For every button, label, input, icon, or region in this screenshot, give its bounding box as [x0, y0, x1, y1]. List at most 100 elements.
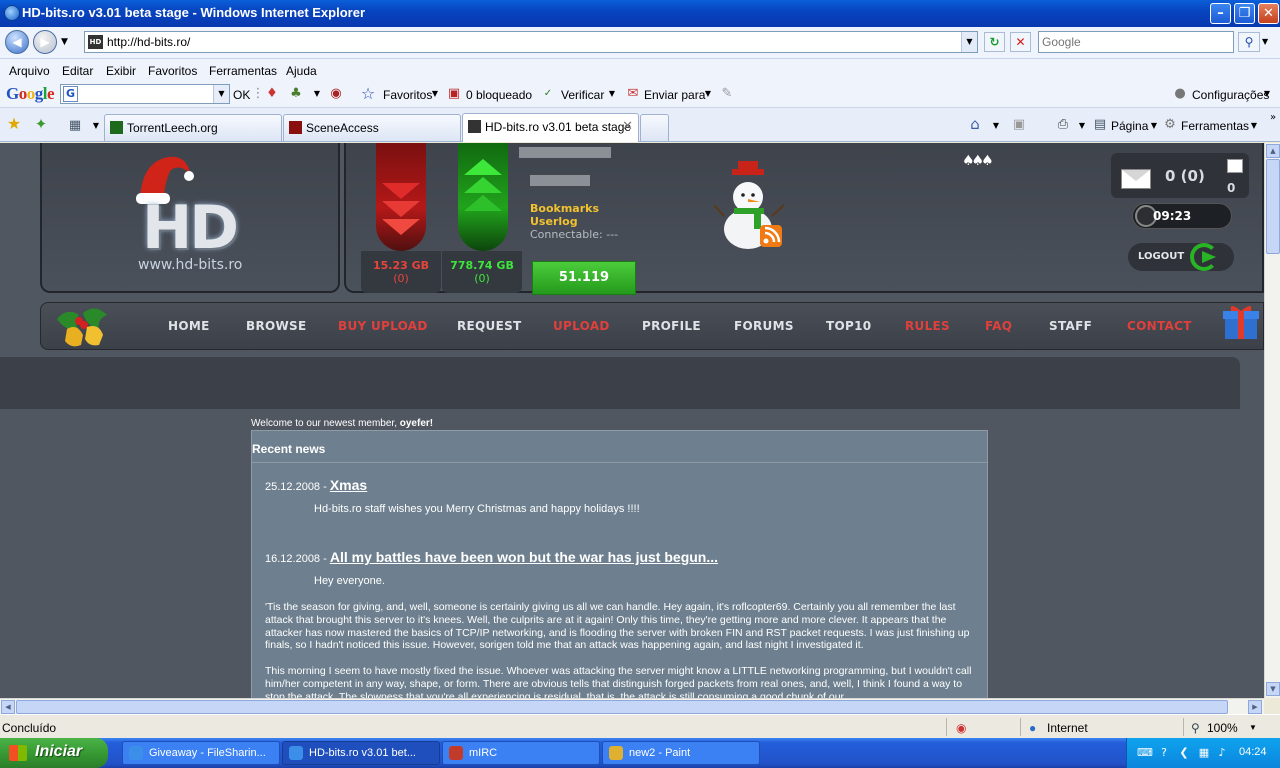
security-zone[interactable]: Internet — [1047, 721, 1088, 735]
puzzle-icon[interactable]: ♣ — [288, 86, 304, 102]
nav-contact[interactable]: CONTACT — [1127, 319, 1192, 333]
taskbar-item-paint[interactable]: new2 - Paint — [602, 741, 760, 765]
stop-icon[interactable]: ✕ — [1010, 32, 1031, 52]
address-dropdown-icon[interactable]: ▼ — [961, 32, 977, 52]
menu-favoritos[interactable]: Favoritos — [148, 64, 197, 78]
privacy-icon[interactable]: ◉ — [956, 721, 966, 735]
start-button[interactable]: Iniciar — [0, 738, 108, 768]
tools-dropdown-icon[interactable]: ▼ — [1246, 118, 1262, 134]
menu-ajuda[interactable]: Ajuda — [286, 64, 317, 78]
news-title-link[interactable]: All my battles have been won but the war… — [330, 549, 718, 565]
scroll-right-icon[interactable]: ▶ — [1248, 700, 1262, 714]
help-icon[interactable]: ? — [1157, 746, 1171, 760]
overflow-chevron-icon[interactable]: » — [1265, 110, 1280, 126]
close-window-button[interactable]: ✕ — [1258, 3, 1279, 24]
feeds-icon[interactable]: ▣ — [1011, 117, 1027, 133]
scroll-down-icon[interactable]: ▼ — [1266, 682, 1280, 696]
horizontal-scrollbar[interactable]: ◀ ▶ — [0, 698, 1264, 714]
taskbar-item-mirc[interactable]: mIRC — [442, 741, 600, 765]
google-favoritos-button[interactable]: Favoritos — [383, 88, 432, 102]
search-options-dropdown-icon[interactable]: ▼ — [1262, 37, 1268, 46]
tray-clock[interactable]: 04:24 — [1239, 746, 1267, 758]
favoritos-dropdown-icon[interactable]: ▼ — [427, 86, 443, 102]
page-dropdown-icon[interactable]: ▼ — [1146, 118, 1162, 134]
vertical-scroll-thumb[interactable] — [1266, 159, 1280, 254]
nav-profile[interactable]: PROFILE — [642, 319, 701, 333]
page-menu-button[interactable]: Página — [1111, 119, 1148, 133]
forward-button[interactable]: ▶ — [33, 30, 57, 54]
snowman-rss-icon[interactable] — [714, 161, 786, 251]
scroll-up-icon[interactable]: ▲ — [1266, 144, 1280, 158]
home-icon[interactable]: ⌂ — [967, 116, 983, 132]
send-to-button[interactable]: Enviar para — [644, 88, 705, 102]
back-button[interactable]: ◀ — [5, 30, 29, 54]
tools-menu-button[interactable]: Ferramentas — [1181, 119, 1249, 133]
send-to-dropdown-icon[interactable]: ▼ — [700, 86, 716, 102]
search-field[interactable] — [1038, 31, 1234, 53]
tab-list-dropdown-icon[interactable]: ▼ — [88, 118, 104, 134]
recent-pages-dropdown-icon[interactable]: ▼ — [61, 37, 68, 47]
nav-upload[interactable]: UPLOAD — [553, 319, 610, 333]
refresh-icon[interactable]: ↻ — [984, 32, 1005, 52]
spellcheck-dropdown-icon[interactable]: ▼ — [604, 86, 620, 102]
tray-expand-icon[interactable]: ❮ — [1177, 746, 1191, 760]
add-favorite-icon[interactable]: ✦ — [33, 116, 49, 132]
google-ok-button[interactable]: OK — [233, 88, 250, 102]
messages-box[interactable]: 0 (0) 0 — [1111, 153, 1249, 198]
nav-staff[interactable]: STAFF — [1049, 319, 1092, 333]
userlog-link[interactable]: Userlog — [530, 215, 578, 228]
quick-tabs-icon[interactable]: ▦ — [67, 118, 83, 134]
menu-ferramentas[interactable]: Ferramentas — [209, 64, 277, 78]
address-url[interactable]: http://hd-bits.ro/ — [107, 35, 190, 49]
print-dropdown-icon[interactable]: ▼ — [1074, 118, 1090, 134]
new-tab-button[interactable] — [640, 114, 669, 141]
close-tab-icon[interactable]: ✕ — [622, 119, 633, 134]
nav-faq[interactable]: FAQ — [985, 319, 1012, 333]
zoom-level[interactable]: 100% — [1207, 721, 1238, 735]
nav-home[interactable]: HOME — [168, 319, 210, 333]
bookmark-tags-icon[interactable]: ♦ — [264, 86, 280, 102]
vertical-scrollbar[interactable]: ▲ ▼ — [1264, 143, 1280, 698]
favorites-star-icon[interactable]: ☆ — [360, 86, 376, 102]
horizontal-scroll-thumb[interactable] — [16, 700, 1228, 714]
google-settings-button[interactable]: Configurações — [1192, 88, 1269, 102]
tab-hd-bits[interactable]: HD-bits.ro v3.01 beta stage ✕ — [462, 113, 639, 142]
taskbar-item-giveaway[interactable]: Giveaway - FileSharin... — [122, 741, 280, 765]
nav-browse[interactable]: BROWSE — [246, 319, 306, 333]
minimize-button[interactable]: – — [1210, 3, 1231, 24]
pencil-icon[interactable]: ✎ — [719, 86, 735, 102]
news-title-link[interactable]: Xmas — [330, 477, 367, 493]
google-search-dropdown-icon[interactable]: ▼ — [213, 85, 229, 103]
maximize-button[interactable]: ❐ — [1234, 3, 1255, 24]
nav-forums[interactable]: FORUMS — [734, 319, 794, 333]
taskbar-item-hd-bits[interactable]: HD-bits.ro v3.01 bet... — [282, 741, 440, 765]
settings-dropdown-icon[interactable]: ▼ — [1259, 86, 1275, 102]
search-input[interactable] — [1042, 33, 1232, 51]
pagerank-icon[interactable]: ◉ — [328, 86, 344, 102]
bookmarks-link[interactable]: Bookmarks — [530, 202, 599, 215]
favorites-center-star-icon[interactable]: ★ — [6, 116, 22, 132]
site-logo-panel[interactable]: HD www.hd-bits.ro — [40, 143, 340, 293]
menu-exibir[interactable]: Exibir — [106, 64, 136, 78]
print-icon[interactable]: ⎙ — [1055, 117, 1071, 133]
address-field[interactable]: HD http://hd-bits.ro/ ▼ — [84, 31, 978, 53]
nav-request[interactable]: REQUEST — [457, 319, 522, 333]
logout-button[interactable]: LOGOUT — [1128, 243, 1234, 271]
popup-blocked-count[interactable]: 0 bloqueado — [466, 88, 532, 102]
network-icon[interactable]: ▦ — [1197, 746, 1211, 760]
keyboard-icon[interactable]: ⌨ — [1137, 746, 1153, 760]
search-icon[interactable]: ⚲ — [1238, 32, 1260, 52]
nav-buy-upload[interactable]: BUY UPLOAD — [338, 319, 428, 333]
tab-sceneaccess[interactable]: SceneAccess — [283, 114, 461, 141]
new-message-icon[interactable] — [1227, 159, 1243, 173]
nav-top10[interactable]: TOP10 — [826, 319, 871, 333]
menu-arquivo[interactable]: Arquivo — [9, 64, 50, 78]
zoom-dropdown-icon[interactable]: ▼ — [1249, 723, 1257, 732]
google-search-input[interactable]: G ▼ — [60, 84, 230, 104]
volume-icon[interactable]: ♪ — [1215, 746, 1229, 760]
menu-editar[interactable]: Editar — [62, 64, 93, 78]
scroll-left-icon[interactable]: ◀ — [1, 700, 15, 714]
ratio-badge[interactable]: 51.119 — [532, 261, 636, 295]
tab-torrentleech[interactable]: TorrentLeech.org — [104, 114, 282, 141]
nav-rules[interactable]: RULES — [905, 319, 950, 333]
